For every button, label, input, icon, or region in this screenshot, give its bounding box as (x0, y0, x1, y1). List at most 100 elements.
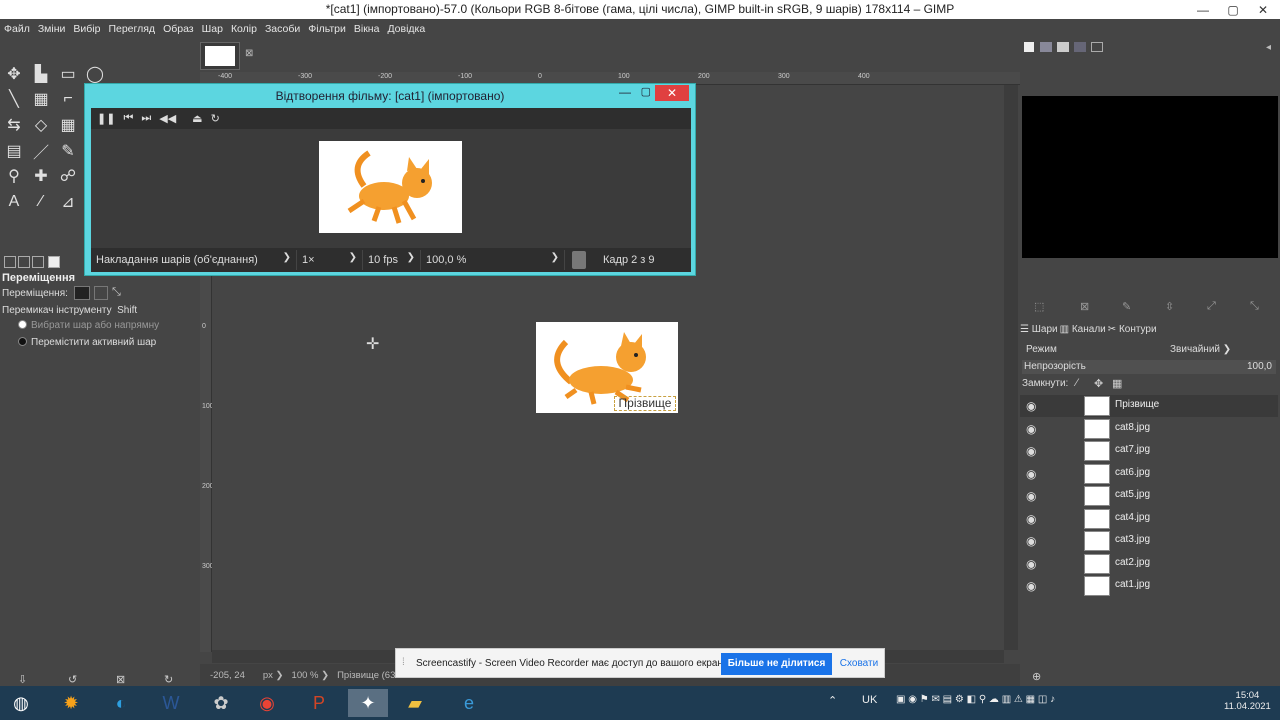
eye-icon[interactable]: ◉ (1026, 422, 1036, 436)
stop-sharing-button[interactable]: Більше не ділитися (721, 653, 832, 675)
cage-icon[interactable]: ▦ (57, 114, 79, 136)
measure-icon[interactable]: ⊿ (57, 191, 79, 213)
word-icon[interactable]: W (154, 689, 188, 717)
move-layer-icon[interactable] (74, 286, 90, 300)
play-backward-icon[interactable]: ◀◀ (159, 112, 176, 125)
menu-tools[interactable]: Засоби (261, 23, 304, 35)
menu-file[interactable]: Файл (0, 23, 34, 35)
lock-alpha-icon[interactable]: ▦ (1112, 377, 1122, 390)
nav-zoom-icon[interactable]: ⇳ (1165, 300, 1174, 313)
ellipse-select-icon[interactable]: ◯ (84, 63, 106, 85)
tab-navigation-icon[interactable] (1024, 42, 1034, 52)
lock-pixels-icon[interactable]: ⁄ (1076, 377, 1078, 389)
eye-icon[interactable]: ◉ (1026, 399, 1036, 413)
frame-slider[interactable] (572, 251, 586, 269)
eye-icon[interactable]: ◉ (1026, 512, 1036, 526)
hide-button[interactable]: Сховати (836, 653, 882, 675)
radio-pick-layer[interactable] (18, 320, 27, 329)
menu-windows[interactable]: Вікна (350, 23, 384, 35)
layer-row[interactable]: ◉ cat6.jpg (1020, 463, 1278, 485)
tab-images[interactable] (48, 256, 60, 268)
smudge-icon[interactable]: ☍ (57, 165, 79, 187)
menu-image[interactable]: Образ (159, 23, 198, 35)
chrome-icon[interactable]: ◉ (250, 689, 284, 717)
image-tab-close-icon[interactable]: ⊠ (245, 48, 253, 59)
layer-row[interactable]: ◉ cat1.jpg (1020, 575, 1278, 597)
eye-icon[interactable]: ◉ (1026, 444, 1036, 458)
explorer-icon[interactable]: ▰ (398, 689, 432, 717)
move-selection-icon[interactable] (94, 286, 108, 300)
layer-row[interactable]: ◉ cat4.jpg (1020, 508, 1278, 530)
eye-icon[interactable]: ◉ (1026, 579, 1036, 593)
menu-select[interactable]: Вибір (69, 23, 104, 35)
speed-select[interactable]: 1× ❯ (297, 250, 363, 270)
zoom-select[interactable]: 100 % ❯ (292, 670, 330, 681)
new-layer-icon[interactable]: ⊕ (1032, 670, 1041, 683)
layer-row[interactable]: ◉ cat3.jpg (1020, 530, 1278, 552)
align-tool-icon[interactable]: ▙ (30, 63, 52, 85)
color-select-icon[interactable]: ▦ (30, 88, 52, 110)
tab-brushes-icon[interactable] (1074, 42, 1086, 52)
tab-paths[interactable]: ✂ Контури (1108, 324, 1157, 335)
start-button-icon[interactable]: ◍ (4, 689, 38, 717)
detach-icon[interactable]: ⏏ (192, 112, 202, 125)
paint-icon[interactable]: ✿ (204, 689, 238, 717)
tab-layers[interactable]: ☰ Шари (1020, 324, 1058, 335)
menu-filters[interactable]: Фільтри (304, 23, 350, 35)
menu-help[interactable]: Довідка (383, 23, 429, 35)
minimize-button[interactable]: — (1188, 0, 1218, 19)
frame-mode-select[interactable]: Накладання шарів (об'єднання) ❯ (91, 250, 297, 270)
tray-chevron-icon[interactable]: ⌃ (828, 694, 837, 707)
gradient-icon[interactable]: ▤ (3, 140, 25, 162)
move-tool-icon[interactable]: ✥ (3, 63, 25, 85)
pause-icon[interactable]: ❚❚ (97, 112, 115, 125)
menu-colors[interactable]: Колір (227, 23, 261, 35)
dialog-maximize-button[interactable]: ▢ (641, 85, 651, 98)
layer-row[interactable]: ◉ cat2.jpg (1020, 553, 1278, 575)
lock-position-icon[interactable]: ✥ (1094, 377, 1103, 390)
radio-move-active[interactable] (18, 337, 27, 346)
tab-histogram-icon[interactable] (1040, 42, 1052, 52)
layer-row[interactable]: ◉ cat5.jpg (1020, 485, 1278, 507)
text-layer-box[interactable]: Прізвище (614, 396, 676, 411)
save-options-icon[interactable]: ⇩ (18, 673, 27, 686)
tab-tool-options[interactable] (4, 256, 16, 268)
crop-icon[interactable]: ⌐ (57, 88, 79, 110)
pencil-icon[interactable]: ✎ (57, 140, 79, 162)
dialog-close-button[interactable]: ✕ (655, 85, 689, 101)
fps-select[interactable]: 10 fps ❯ (363, 250, 421, 270)
tray-icons[interactable]: ▣ ◉ ⚑ ✉ ▤ ⚙ ◧ ⚲ ☁ ▥ ⚠ ▦ ◫ ♪ (896, 694, 1055, 705)
clock[interactable]: 15:04 11.04.2021 (1224, 690, 1271, 712)
menu-edit[interactable]: Зміни (34, 23, 70, 35)
layer-row[interactable]: ◉ cat7.jpg (1020, 440, 1278, 462)
tab-device-status[interactable] (18, 256, 30, 268)
zoom-select[interactable]: 100,0 % ❯ (421, 250, 565, 270)
tab-patterns-icon[interactable] (1091, 42, 1103, 52)
settings-app-icon[interactable]: ✹ (54, 689, 88, 717)
heal-icon[interactable]: ✚ (30, 165, 52, 187)
flip-icon[interactable]: ⇆ (3, 114, 25, 136)
powerpoint-icon[interactable]: P (302, 689, 336, 717)
ie-icon[interactable]: e (452, 689, 486, 717)
dock-menu-icon[interactable]: ◂ (1266, 42, 1271, 53)
move-path-icon[interactable]: ⤡ (112, 286, 126, 300)
tab-undo[interactable] (32, 256, 44, 268)
paintbrush-icon[interactable]: ／ (30, 140, 52, 162)
unit-select[interactable]: px ❯ (263, 670, 284, 681)
delete-options-icon[interactable]: ⊠ (116, 673, 125, 686)
reset-options-icon[interactable]: ↻ (164, 673, 173, 686)
nav-fit-icon[interactable]: ⬚ (1034, 300, 1044, 313)
nav-adjust-icon[interactable]: ⤢ (1207, 300, 1216, 313)
edge-icon[interactable]: ◐ (104, 689, 138, 717)
color-picker-icon[interactable]: ⁄ (30, 191, 52, 213)
tab-channels[interactable]: ▥ Канали (1060, 324, 1106, 335)
clone-icon[interactable]: ⚲ (3, 165, 25, 187)
nav-more-icon[interactable]: ⤡ (1250, 300, 1259, 313)
maximize-button[interactable]: ▢ (1218, 0, 1248, 19)
eye-icon[interactable]: ◉ (1026, 557, 1036, 571)
image-tab[interactable] (200, 42, 240, 70)
mode-select[interactable]: Звичайний ❯ (1170, 344, 1231, 355)
layer-row[interactable]: ◉ cat8.jpg (1020, 418, 1278, 440)
forward-end-icon[interactable]: ⏭ (141, 112, 151, 125)
eye-icon[interactable]: ◉ (1026, 489, 1036, 503)
